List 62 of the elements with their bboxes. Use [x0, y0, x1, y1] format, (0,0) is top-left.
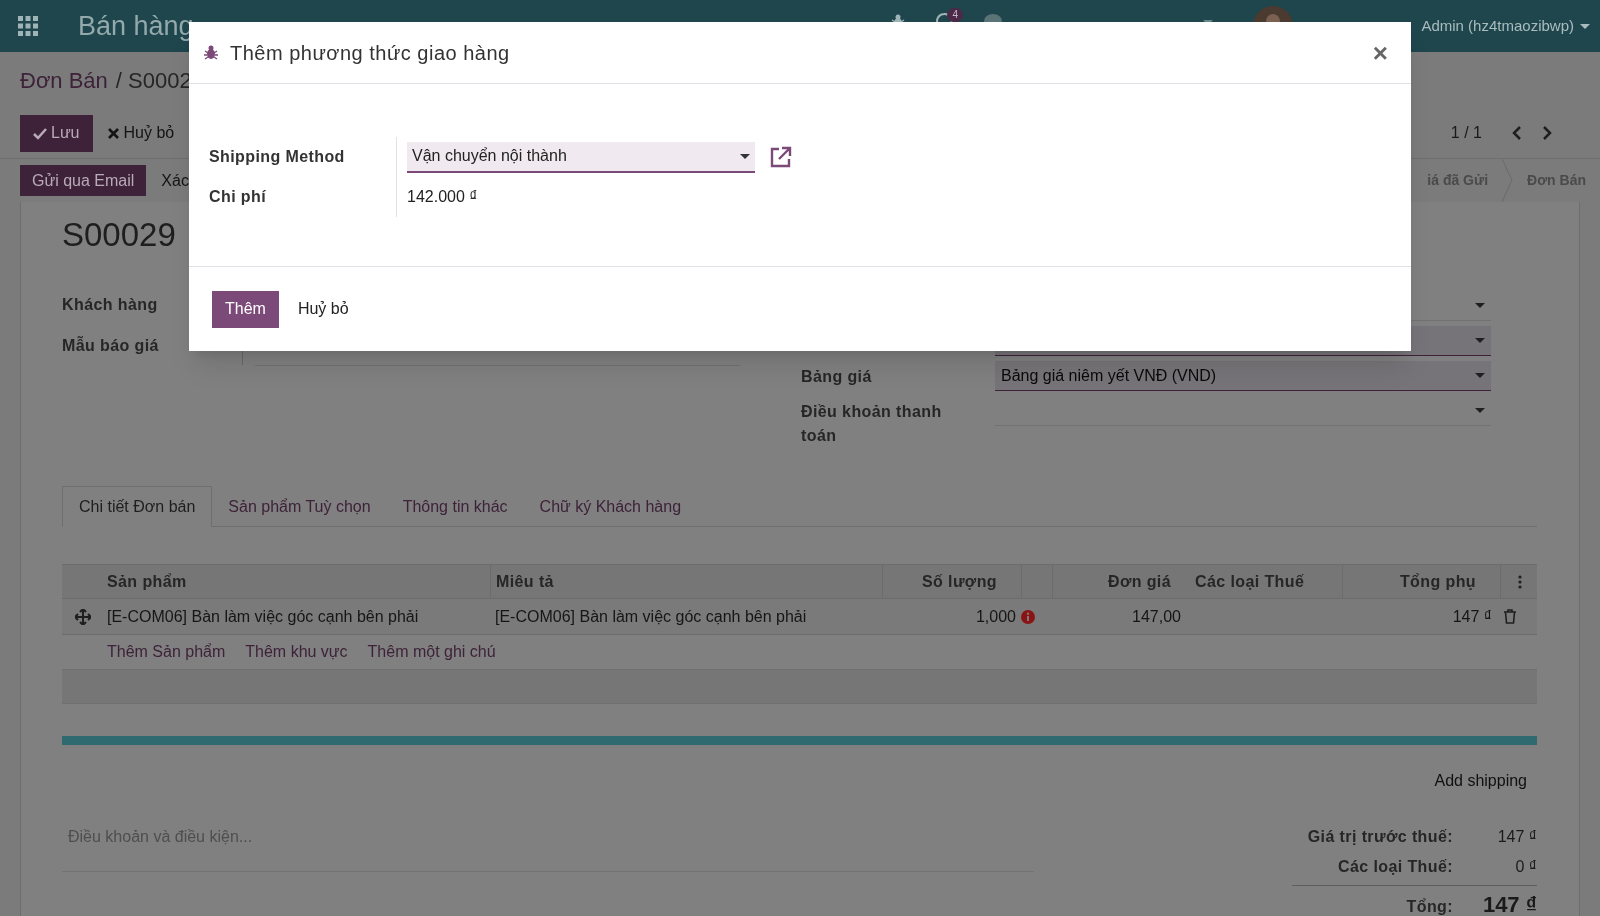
- add-line-link[interactable]: Thêm khu vực: [245, 640, 348, 664]
- table-cell-text: 147,00: [1131, 606, 1182, 627]
- total-value: 147 ₫: [1496, 827, 1537, 847]
- caret-icon: [1475, 373, 1485, 378]
- table-cell-text: [E-COM06] Bàn làm việc góc cạnh bên phải: [106, 606, 420, 627]
- caret-icon: [1475, 338, 1485, 343]
- dialog-title: Thêm phương thức giao hàng: [230, 40, 510, 66]
- total-label: Các loại Thuế:: [1338, 857, 1453, 877]
- close-icon: [106, 126, 120, 140]
- total-value: 147 ₫: [1481, 891, 1537, 916]
- tab[interactable]: Thông tin khác: [386, 486, 524, 527]
- column-header[interactable]: Miêu tả: [490, 565, 882, 598]
- field-label: Mẫu báo giá: [62, 335, 160, 356]
- drag-handle-icon[interactable]: [75, 608, 91, 625]
- check-icon: [33, 126, 47, 140]
- add-line-link[interactable]: Thêm Sản phẩm: [107, 640, 226, 664]
- column-options-icon[interactable]: [1518, 574, 1522, 589]
- field-value: 142.000 ₫: [407, 187, 478, 207]
- select-field[interactable]: Bảng giá niêm yết VNĐ (VND): [995, 361, 1491, 391]
- pager-counter: 1 / 1: [1450, 123, 1482, 143]
- tab[interactable]: Chữ ký Khách hàng: [523, 486, 698, 527]
- caret-icon: [1580, 23, 1590, 29]
- confirm-button[interactable]: Xác: [161, 168, 189, 193]
- total-label: Tổng:: [1406, 897, 1453, 916]
- add-button[interactable]: Thêm: [212, 290, 279, 328]
- field-label: Bảng giá: [801, 367, 873, 387]
- field-label: Shipping Method: [209, 147, 346, 167]
- email-button[interactable]: Gửi qua Email: [20, 165, 147, 196]
- tab[interactable]: Sản phẩm Tuỳ chọn: [212, 486, 387, 527]
- trash-icon[interactable]: [1503, 609, 1517, 624]
- total-value: 0 ₫: [1514, 857, 1537, 877]
- field-label: Chi phí: [209, 187, 267, 207]
- external-link-icon[interactable]: [769, 146, 793, 168]
- table-cell-text: 1,000: [974, 606, 1017, 627]
- add-shipping-button[interactable]: Add shipping: [1434, 769, 1527, 793]
- previous-icon[interactable]: [1512, 126, 1522, 140]
- column-header[interactable]: Đơn giá: [1052, 565, 1191, 598]
- breadcrumb-link[interactable]: Đơn Bán: [20, 63, 108, 97]
- info-icon[interactable]: [1021, 609, 1035, 624]
- record-title: S00029: [62, 215, 177, 256]
- cancel-button[interactable]: Huỷ bỏ: [297, 297, 349, 321]
- save-button[interactable]: Lưu: [20, 114, 93, 152]
- discard-button[interactable]: Huỷ bỏ: [106, 114, 175, 152]
- caret-icon: [1475, 303, 1485, 308]
- column-header[interactable]: Các loại Thuế: [1191, 565, 1342, 598]
- caret-icon: [1475, 408, 1485, 413]
- column-header[interactable]: Tổng phụ: [1342, 565, 1500, 598]
- next-icon[interactable]: [1542, 126, 1552, 140]
- select-field[interactable]: Vận chuyển nội thành: [407, 141, 755, 173]
- table-row[interactable]: [E-COM06] Bàn làm việc góc cạnh bên phải [E-COM06] Bàn làm việc góc cạnh bên phải 1,000 147,00 147 ₫: [62, 599, 1537, 635]
- add-line-link[interactable]: Thêm một ghi chú: [367, 640, 496, 664]
- notification-badge: 4: [947, 8, 963, 22]
- apps-menu-icon[interactable]: [18, 16, 38, 36]
- field-label: Điều khoản thanh toán: [801, 402, 943, 446]
- tab[interactable]: Chi tiết Đơn bán: [62, 486, 213, 527]
- table-cell-text: [E-COM06] Bàn làm việc góc cạnh bên phải: [494, 606, 808, 627]
- column-header[interactable]: Sản phẩm: [104, 569, 490, 594]
- total-label: Giá trị trước thuế:: [1307, 827, 1453, 847]
- bug-icon: [204, 44, 218, 61]
- table-cell-text: 147 ₫: [1451, 606, 1493, 627]
- breadcrumb-current: / S0002: [115, 66, 192, 95]
- column-header[interactable]: Số lượng: [882, 565, 1021, 598]
